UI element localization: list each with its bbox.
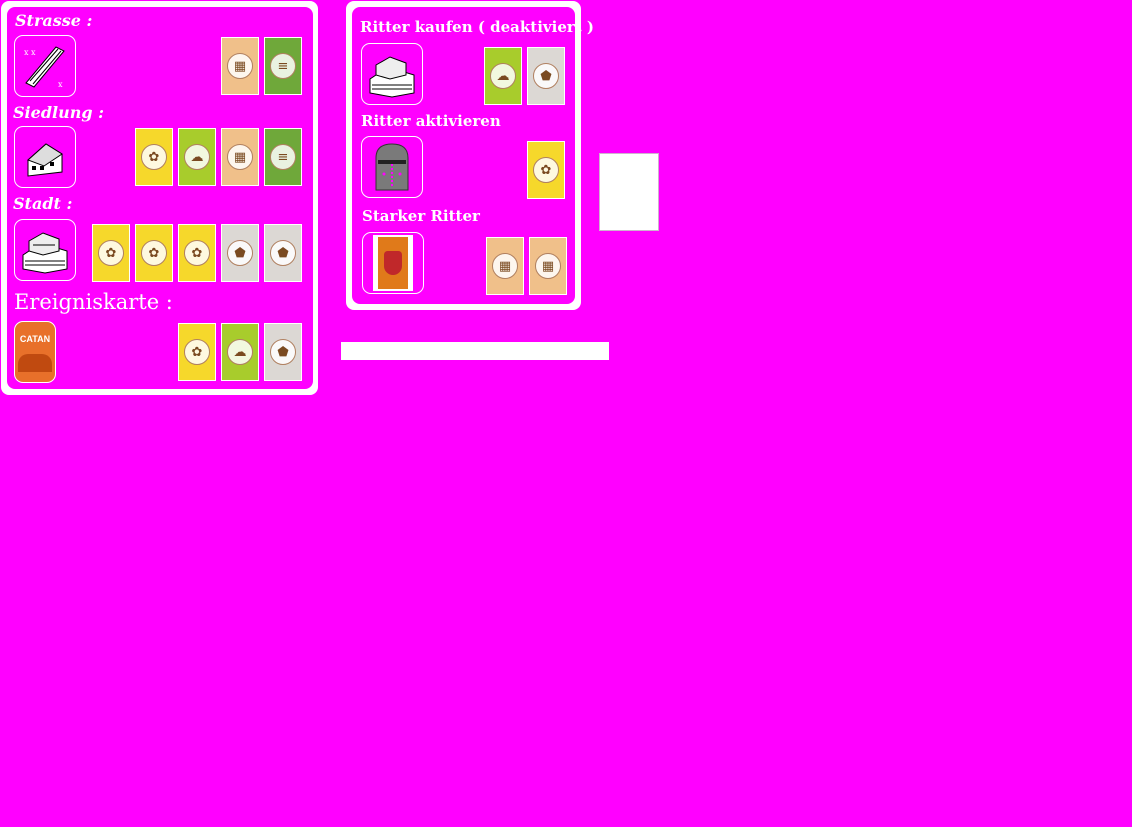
sheep-card[interactable]: ☁	[484, 47, 522, 105]
strong-knight-button[interactable]	[362, 232, 424, 294]
road-icon: x x x	[24, 46, 65, 89]
wood-card[interactable]: ≡	[264, 37, 302, 95]
sheep-icon: ☁	[227, 339, 253, 365]
knight-helmet-icon	[375, 143, 409, 191]
catan-box-art	[18, 354, 52, 372]
settlement-build-button[interactable]	[14, 126, 76, 188]
ore-icon: ⬟	[227, 240, 253, 266]
brick-card[interactable]: ▦	[221, 37, 259, 95]
brick-icon: ▦	[492, 253, 518, 279]
wheat-card[interactable]: ✿	[178, 224, 216, 282]
strong-knight-label: Starker Ritter	[362, 207, 480, 225]
event-card-button[interactable]: CATAN	[14, 321, 56, 383]
sheep-icon: ☁	[490, 63, 516, 89]
sheep-card[interactable]: ☁	[221, 323, 259, 381]
brick-icon: ▦	[227, 144, 253, 170]
event-card-label: Ereigniskarte :	[14, 290, 173, 314]
knight-card-icon	[373, 235, 413, 291]
city-icon	[22, 232, 68, 274]
ore-card[interactable]: ⬟	[527, 47, 565, 105]
wood-card[interactable]: ≡	[264, 128, 302, 186]
activate-knight-button[interactable]	[361, 136, 423, 198]
brick-icon: ▦	[535, 253, 561, 279]
buy-knight-button[interactable]	[361, 43, 423, 105]
road-build-button[interactable]: x x x	[14, 35, 76, 97]
activate-knight-label: Ritter aktivieren	[361, 112, 501, 130]
wheat-card[interactable]: ✿	[527, 141, 565, 199]
wood-icon: ≡	[270, 53, 296, 79]
wheat-icon: ✿	[141, 240, 167, 266]
ore-icon: ⬟	[533, 63, 559, 89]
sheep-card[interactable]: ☁	[178, 128, 216, 186]
wheat-icon: ✿	[141, 144, 167, 170]
settlement-icon	[27, 143, 63, 177]
status-bar	[341, 342, 609, 360]
wheat-icon: ✿	[533, 157, 559, 183]
wheat-icon: ✿	[184, 339, 210, 365]
wheat-card[interactable]: ✿	[135, 128, 173, 186]
ore-icon: ⬟	[270, 339, 296, 365]
wheat-card[interactable]: ✿	[178, 323, 216, 381]
wheat-card[interactable]: ✿	[92, 224, 130, 282]
buy-knight-label: Ritter kaufen ( deaktiviert )	[360, 18, 595, 36]
ore-icon: ⬟	[270, 240, 296, 266]
sheep-icon: ☁	[184, 144, 210, 170]
wood-icon: ≡	[270, 144, 296, 170]
svg-text:x x: x x	[24, 48, 36, 57]
settlement-label: Siedlung :	[13, 103, 105, 122]
city-icon	[369, 56, 415, 98]
ore-card[interactable]: ⬟	[264, 323, 302, 381]
catan-box-icon: CATAN	[19, 334, 51, 344]
brick-card[interactable]: ▦	[221, 128, 259, 186]
wheat-icon: ✿	[184, 240, 210, 266]
brick-card[interactable]: ▦	[529, 237, 567, 295]
card-slot[interactable]	[599, 153, 659, 231]
city-build-button[interactable]	[14, 219, 76, 281]
ore-card[interactable]: ⬟	[221, 224, 259, 282]
city-label: Stadt :	[13, 194, 73, 213]
wheat-card[interactable]: ✿	[135, 224, 173, 282]
brick-icon: ▦	[227, 53, 253, 79]
wheat-icon: ✿	[98, 240, 124, 266]
ore-card[interactable]: ⬟	[264, 224, 302, 282]
road-label: Strasse :	[15, 11, 93, 30]
brick-card[interactable]: ▦	[486, 237, 524, 295]
svg-text:x: x	[58, 80, 63, 89]
